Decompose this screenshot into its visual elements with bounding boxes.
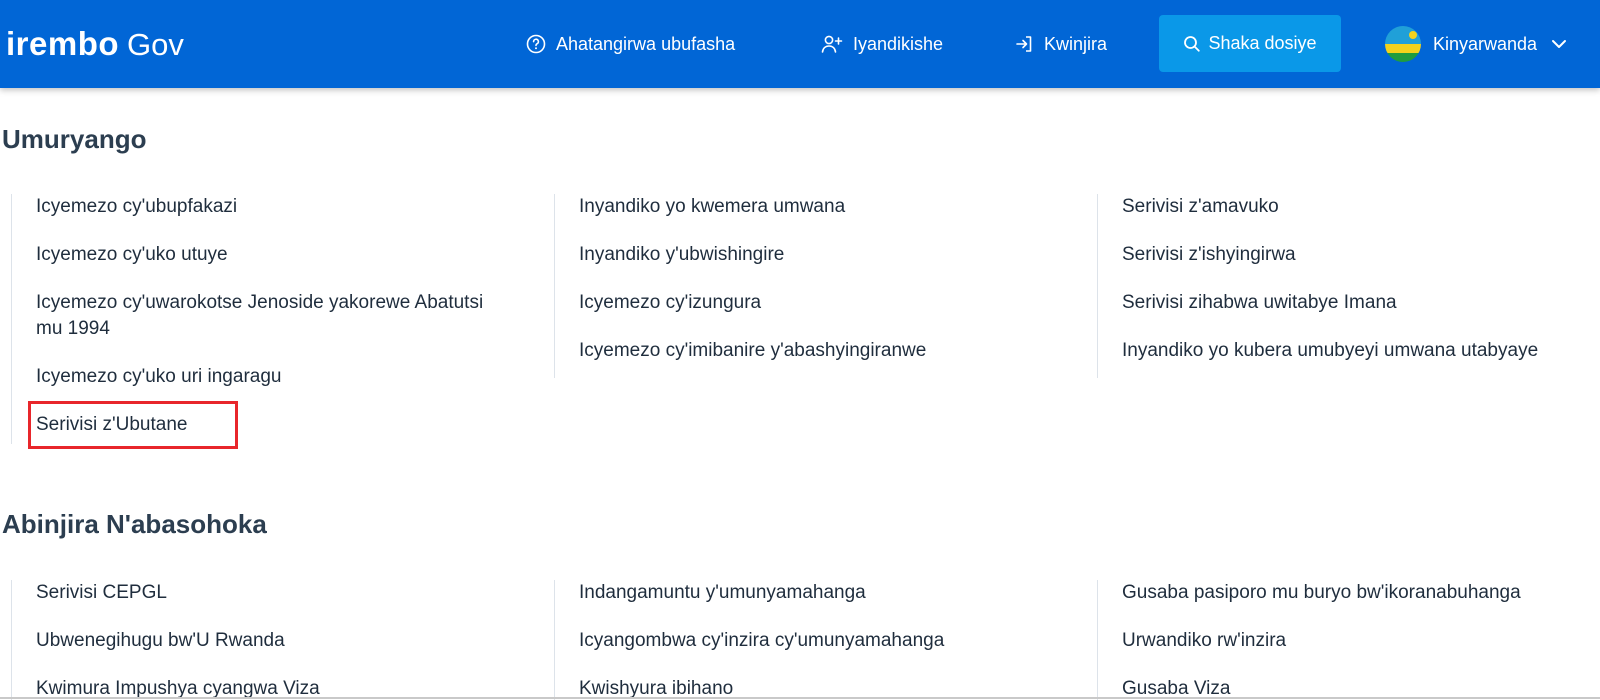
service-link[interactable]: Icyemezo cy'ubupfakazi [36, 194, 237, 220]
logo-brand: irembo [6, 25, 120, 62]
family-services-column-1: Icyemezo cy'ubupfakazi Icyemezo cy'uko u… [11, 194, 541, 444]
sign-in-icon [1016, 36, 1032, 52]
help-link[interactable]: Ahatangirwa ubufasha [526, 0, 735, 88]
service-link[interactable]: Indangamuntu y'umunyamahanga [579, 580, 866, 606]
search-button-label: Shaka dosiye [1208, 33, 1317, 53]
rwanda-flag-icon [1385, 26, 1421, 62]
service-link[interactable]: Serivisi z'ishyingirwa [1122, 242, 1296, 268]
service-link[interactable]: Inyandiko yo kubera umubyeyi umwana utab… [1122, 338, 1538, 364]
top-navigation-bar: irembo Gov Ahatangirwa ubufasha Iyandiki… [0, 0, 1600, 88]
service-link[interactable]: Icyemezo cy'izungura [579, 290, 761, 316]
section-title-immigration: Abinjira N'abasohoka [2, 509, 267, 539]
family-services-column-3: Serivisi z'amavuko Serivisi z'ishyingirw… [1097, 194, 1600, 378]
search-icon [1184, 35, 1201, 52]
service-link[interactable]: Icyemezo cy'imibanire y'abashyingiranwe [579, 338, 926, 364]
search-application-button[interactable]: Shaka dosiye [1159, 15, 1341, 72]
question-circle-icon [526, 34, 546, 54]
service-link[interactable]: Gusaba pasiporo mu buryo bw'ikoranabuhan… [1122, 580, 1521, 606]
login-link[interactable]: Kwinjira [1014, 0, 1107, 88]
service-link-divorce[interactable]: Serivisi z'Ubutane [36, 412, 187, 438]
service-link[interactable]: Serivisi z'amavuko [1122, 194, 1279, 220]
chevron-down-icon [1552, 40, 1567, 48]
service-link[interactable]: Inyandiko y'ubwishingire [579, 242, 784, 268]
service-link[interactable]: Icyangombwa cy'inzira cy'umunyamahanga [579, 628, 944, 654]
logo-suffix: Gov [127, 27, 184, 62]
irembo-logo[interactable]: irembo Gov [6, 24, 184, 64]
language-selector[interactable]: Kinyarwanda [1385, 0, 1567, 88]
section-title-family: Umuryango [2, 124, 147, 154]
family-services-column-2: Inyandiko yo kwemera umwana Inyandiko y'… [554, 194, 1084, 378]
service-link[interactable]: Serivisi zihabwa uwitabye Imana [1122, 290, 1397, 316]
register-link[interactable]: Iyandikishe [821, 0, 943, 88]
help-label: Ahatangirwa ubufasha [556, 33, 736, 54]
register-label: Iyandikishe [853, 33, 944, 54]
service-link[interactable]: Icyemezo cy'uko uri ingaragu [36, 364, 281, 390]
service-link[interactable]: Ubwenegihugu bw'U Rwanda [36, 628, 285, 654]
service-link[interactable]: Icyemezo cy'uko utuye [36, 242, 228, 268]
immigration-services-column-1: Serivisi CEPGL Ubwenegihugu bw'U Rwanda … [11, 580, 541, 700]
service-link[interactable]: Urwandiko rw'inzira [1122, 628, 1286, 654]
add-user-icon [821, 35, 843, 53]
immigration-services-column-2: Indangamuntu y'umunyamahanga Icyangombwa… [554, 580, 1084, 700]
immigration-services-column-3: Gusaba pasiporo mu buryo bw'ikoranabuhan… [1097, 580, 1600, 700]
service-link[interactable]: Icyemezo cy'uwarokotse Jenoside yakorewe… [36, 290, 496, 342]
page-bottom-border [0, 697, 1600, 699]
language-label: Kinyarwanda [1433, 33, 1538, 54]
login-label: Kwinjira [1044, 33, 1108, 54]
service-link[interactable]: Serivisi CEPGL [36, 580, 167, 606]
service-link[interactable]: Inyandiko yo kwemera umwana [579, 194, 845, 220]
